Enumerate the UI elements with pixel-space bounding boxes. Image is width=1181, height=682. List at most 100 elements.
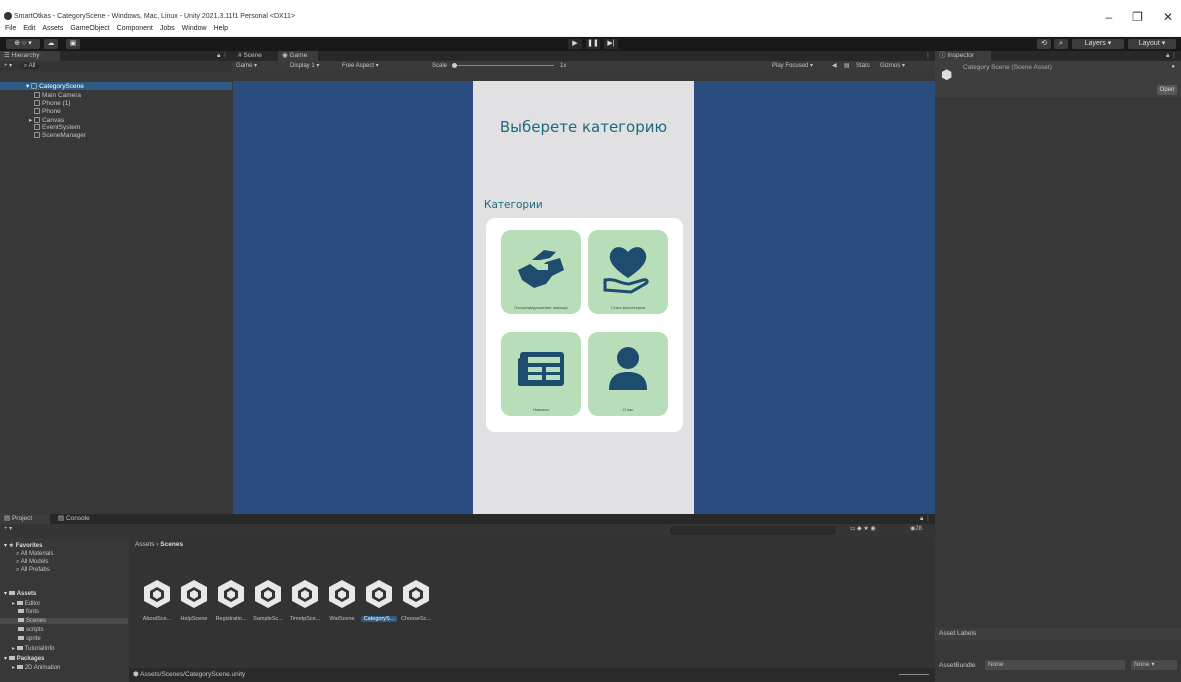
open-button[interactable]: Open [1157,85,1177,95]
folder-icon [16,601,23,605]
hierarchy-item[interactable]: EventSystem [34,124,80,131]
scale-label: Scale [432,63,448,69]
project-search-input[interactable] [670,526,836,535]
assets-header[interactable]: ▾ Assets [4,590,36,597]
asset-bundle-dropdown[interactable]: None [985,660,1125,670]
step-icon[interactable]: ▶| [604,39,618,49]
stats-button[interactable]: Stats [856,61,870,71]
hierarchy-item[interactable]: Phone [34,108,61,115]
lock-icon[interactable]: 🔒︎ ⋮ [920,515,931,523]
cloud-icon[interactable]: ☁ [44,39,58,49]
tab-game[interactable]: ◉ Game [278,51,318,61]
create-button[interactable]: + ▾ [4,524,12,534]
hierarchy-item[interactable]: Phone (1) [34,100,71,107]
favorite-item[interactable]: ⌕ All Prefabs [16,567,50,574]
packages-header[interactable]: ▾ Packages [4,655,44,662]
menu-jobs[interactable]: Jobs [160,25,175,32]
layout-dropdown[interactable]: Layout ▾ [1128,39,1176,49]
asset-labels-header[interactable]: Asset Labels [935,628,1181,640]
scene-root[interactable]: ▾ CategoryScene [0,82,232,90]
news-icon [518,352,564,386]
panel-menu-icon[interactable]: ⋮ [925,52,931,59]
window-titlebar: SmartOtkas - CategoryScene - Windows, Ma… [0,0,1181,36]
scene-asset[interactable]: HelpScene [176,578,212,622]
close-button[interactable]: ✕ [1163,10,1173,24]
maximize-button[interactable]: ❐ [1132,10,1143,24]
menu-gameobject[interactable]: GameObject [70,25,109,32]
game-panel: # Scene ◉ Game ⋮ Game ▾ Display 1 ▾ Free… [232,51,935,514]
game-viewport[interactable]: Выберете категорию Категории Поиск/предл… [233,81,935,514]
breadcrumb-scenes[interactable]: Scenes [160,541,183,548]
category-news[interactable]: Новости [501,332,581,416]
aspect-dropdown[interactable]: Free Aspect ▾ [342,61,379,71]
folder-item[interactable]: ▸ TutorialInfo [12,645,54,652]
add-button[interactable]: + ▾ [4,63,12,69]
folder-icon [16,646,23,650]
hierarchy-search-input[interactable]: ⌕ All [19,63,40,69]
pause-icon[interactable]: ❚❚ [586,39,600,49]
heart-hand-icon [603,247,649,294]
play-icon[interactable]: ▶ [568,39,582,49]
favorites-header[interactable]: ▾ ★ Favorites [4,542,42,549]
menu-window[interactable]: Window [182,25,207,32]
package-item[interactable]: ▸ 2D Animation [12,664,60,671]
scene-asset[interactable]: AboutSce... [139,578,175,622]
zoom-slider[interactable] [899,674,929,675]
game-mode-dropdown[interactable]: Game ▾ [236,61,257,71]
hierarchy-item[interactable]: ▸ Canvas [29,116,64,124]
unity-scene-icon [176,578,212,612]
scene-asset[interactable]: Registratio... [213,578,249,622]
category-help[interactable]: Поиск/предложение помощи [501,230,581,314]
asset-name: Category Scene (Scene Asset) [963,64,1052,71]
menu-edit[interactable]: Edit [23,25,35,32]
minimize-button[interactable]: – [1105,10,1112,24]
scene-asset[interactable]: ChooseSc... [398,578,434,622]
scene-asset[interactable]: TimetpSce... [287,578,323,622]
folder-item[interactable]: scripts [18,627,43,633]
search-icon[interactable]: ⌕ [1054,39,1068,49]
tab-hierarchy[interactable]: ☰ Hierarchy [0,51,60,61]
lock-icon[interactable]: 🔒︎ ⋮ [1166,52,1177,60]
scene-asset[interactable]: WatScene [324,578,360,622]
asset-bundle-row: AssetBundle None None ▾ [935,648,1181,682]
hierarchy-panel: ☰ Hierarchy 🔒︎ ⋮ + ▾ ⌕ All ▾ CategorySce… [0,51,232,514]
menu-file[interactable]: File [5,25,16,32]
menu-help[interactable]: Help [214,25,228,32]
folder-item[interactable]: sprite [18,636,41,642]
hierarchy-item[interactable]: Main Camera [34,92,81,99]
folder-item-selected[interactable]: Scenes [0,618,128,624]
scene-asset[interactable]: CategoryS... [361,578,397,622]
tab-project[interactable]: ▤ Project [0,514,50,524]
menu-component[interactable]: Component [117,25,153,32]
play-focused-dropdown[interactable]: Play Focused ▾ [772,61,813,71]
asset-variant-dropdown[interactable]: None ▾ [1131,660,1177,670]
category-about[interactable]: О нас [588,332,668,416]
tab-scene[interactable]: # Scene [234,51,274,61]
category-volunteer[interactable]: Стать волонтером [588,230,668,314]
layers-dropdown[interactable]: Layers ▾ [1072,39,1124,49]
folder-icon [18,627,24,631]
menu-assets[interactable]: Assets [42,25,63,32]
settings-icon[interactable]: ● [1171,64,1175,70]
hierarchy-item[interactable]: SceneManager [34,132,86,139]
filter-icons[interactable]: ⚏ ◆ ★ ◉ [850,524,876,534]
lock-icon[interactable]: 🔒︎ ⋮ [217,52,228,60]
folder-item[interactable]: fonts [18,609,39,615]
tab-inspector[interactable]: ⓘ Inspector [935,51,991,61]
scene-asset[interactable]: SampleSc... [250,578,286,622]
account-dropdown[interactable]: ⊕ ○ ▾ [6,39,40,49]
folder-item[interactable]: ▸ Editor [12,600,40,607]
stats-icon[interactable]: ▤ [844,61,850,71]
scale-slider[interactable] [454,65,554,66]
project-toolbar: + ▾ ⚏ ◆ ★ ◉ ◉28 [0,524,935,538]
favorite-item[interactable]: ⌕ All Models [16,559,48,566]
display-dropdown[interactable]: Display 1 ▾ [290,61,319,71]
tab-console[interactable]: ▤ Console [54,514,104,524]
breadcrumb-assets[interactable]: Assets [135,541,155,548]
gizmos-dropdown[interactable]: Gizmos ▾ [880,61,905,71]
mute-icon[interactable]: ◀ [832,61,837,71]
scale-slider-handle[interactable] [452,63,457,68]
favorite-item[interactable]: ⌕ All Materials [16,551,53,558]
collab-icon[interactable]: ▣ [66,39,80,49]
history-icon[interactable]: ⟲ [1037,39,1051,49]
